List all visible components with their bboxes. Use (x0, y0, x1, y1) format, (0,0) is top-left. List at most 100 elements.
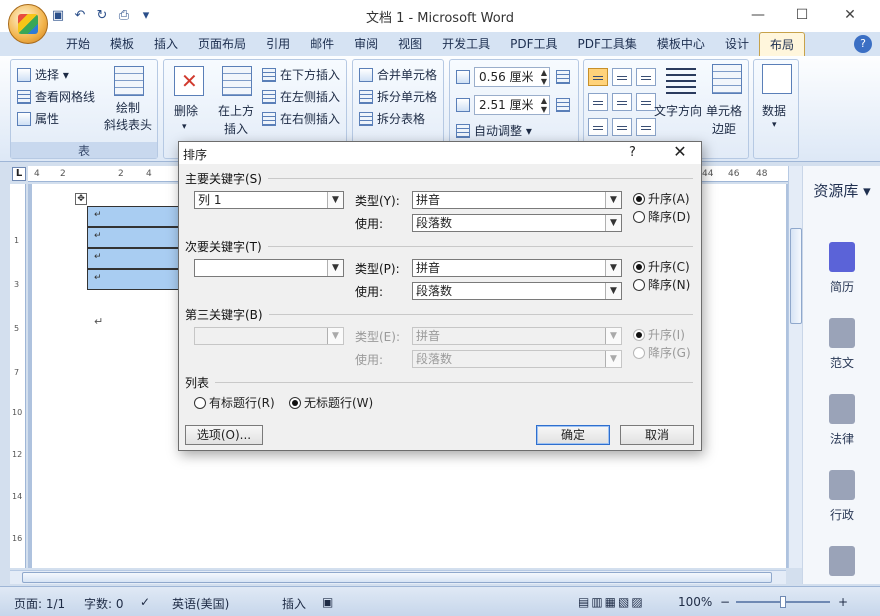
has-header-row-radio[interactable]: 有标题行(R) (194, 394, 275, 411)
data-button[interactable]: 数据 (762, 102, 786, 119)
insert-below-button[interactable]: 在下方插入 (262, 66, 340, 83)
cell-margins-button[interactable]: 单元格 (706, 102, 742, 119)
spin-arrows-icon[interactable]: ▲ ▼ (541, 96, 547, 114)
insert-mode[interactable]: 插入 (282, 595, 306, 612)
text-direction-button[interactable]: 文字方向 (654, 102, 702, 119)
distribute-rows-icon[interactable] (556, 70, 570, 84)
horizontal-scroll-thumb[interactable] (22, 572, 772, 583)
cancel-button[interactable]: 取消 (620, 425, 694, 445)
secondary-key-select[interactable]: ▼ (194, 259, 344, 277)
secondary-ascending-radio[interactable]: 升序(C) (633, 258, 690, 275)
maximize-button[interactable]: ☐ (788, 4, 816, 26)
primary-type-select[interactable]: 拼音 ▼ (412, 191, 622, 209)
secondary-descending-radio[interactable]: 降序(N) (633, 276, 690, 293)
tab-template-center[interactable]: 模板中心 (647, 32, 715, 56)
ok-button[interactable]: 确定 (536, 425, 610, 445)
resource-library-title[interactable]: 资源库 ▾ (803, 180, 880, 201)
office-button[interactable] (8, 4, 48, 44)
sidebar-item-admin[interactable]: 行政 (803, 470, 880, 523)
tab-home[interactable]: 开始 (56, 32, 100, 56)
properties-button[interactable]: 属性 (17, 110, 59, 127)
options-button[interactable]: 选项(O)... (185, 425, 263, 445)
no-header-row-radio[interactable]: 无标题行(W) (289, 394, 373, 411)
align-top-center-button[interactable] (612, 68, 632, 86)
autofit-button[interactable]: 自动调整 ▾ (456, 122, 532, 139)
page-count[interactable]: 页面: 1/1 (14, 595, 65, 612)
tab-insert[interactable]: 插入 (144, 32, 188, 56)
help-icon[interactable]: ? (854, 35, 872, 53)
tab-design[interactable]: 设计 (715, 32, 759, 56)
table-move-handle-icon[interactable]: ✥ (75, 193, 87, 205)
zoom-level[interactable]: 100% (678, 595, 712, 609)
chevron-down-icon[interactable]: ▼ (605, 192, 621, 208)
dialog-help-icon[interactable]: ? (629, 145, 636, 160)
horizontal-scrollbar[interactable] (10, 570, 786, 584)
word-count[interactable]: 字数: 0 (84, 595, 124, 612)
align-top-left-button[interactable] (588, 68, 608, 86)
tab-layout[interactable]: 布局 (758, 32, 805, 56)
align-bottom-left-button[interactable] (588, 118, 608, 136)
primary-key-select[interactable]: 列 1 ▼ (194, 191, 344, 209)
data-dropdown-icon[interactable]: ▾ (772, 120, 777, 130)
spin-arrows-icon[interactable]: ▲ ▼ (541, 68, 547, 86)
align-center-left-button[interactable] (588, 93, 608, 111)
align-bottom-right-button[interactable] (636, 118, 656, 136)
dialog-close-icon[interactable]: ✕ (669, 142, 691, 161)
chevron-down-icon[interactable]: ▼ (327, 260, 343, 276)
vertical-scrollbar[interactable] (788, 166, 802, 568)
sidebar-item-sample[interactable]: 范文 (803, 318, 880, 371)
draw-diagonal-header-button[interactable]: 绘制 斜线表头 (104, 100, 152, 134)
zoom-in-icon[interactable]: + (838, 595, 848, 609)
delete-button[interactable]: 删除 (174, 102, 198, 119)
tab-pdf-toolset[interactable]: PDF工具集 (568, 32, 647, 56)
zoom-slider-thumb[interactable] (780, 596, 786, 608)
align-bottom-center-button[interactable] (612, 118, 632, 136)
tab-review[interactable]: 审阅 (344, 32, 388, 56)
delete-dropdown-icon[interactable]: ▾ (182, 122, 187, 132)
proofing-icon[interactable]: ✓ (140, 595, 150, 609)
primary-ascending-radio[interactable]: 升序(A) (633, 190, 690, 207)
zoom-out-icon[interactable]: − (720, 595, 730, 609)
tab-view[interactable]: 视图 (388, 32, 432, 56)
tab-page-layout[interactable]: 页面布局 (188, 32, 256, 56)
split-table-button[interactable]: 拆分表格 (359, 110, 425, 127)
primary-descending-radio[interactable]: 降序(D) (633, 208, 691, 225)
distribute-columns-icon[interactable] (556, 98, 570, 112)
merge-cells-button[interactable]: 合并单元格 (359, 66, 437, 83)
macro-icon[interactable]: ▣ (322, 595, 333, 609)
chevron-down-icon[interactable]: ▼ (605, 260, 621, 276)
sidebar-item-resume[interactable]: 简历 (803, 242, 880, 295)
tab-developer[interactable]: 开发工具 (432, 32, 500, 56)
vertical-scroll-thumb[interactable] (790, 228, 802, 324)
align-top-right-button[interactable] (636, 68, 656, 86)
sidebar-item-agreement[interactable]: 协议 (803, 546, 880, 584)
view-buttons[interactable]: ▤▥▦▧▨ (578, 595, 645, 609)
chevron-down-icon[interactable]: ▼ (605, 283, 621, 299)
tab-selector[interactable]: L (12, 167, 26, 181)
insert-left-button[interactable]: 在左侧插入 (262, 88, 340, 105)
chevron-down-icon[interactable]: ▼ (605, 215, 621, 231)
align-center-right-button[interactable] (636, 93, 656, 111)
chevron-down-icon[interactable]: ▼ (327, 192, 343, 208)
insert-above-button[interactable]: 在上方 (218, 102, 254, 119)
secondary-type-select[interactable]: 拼音 ▼ (412, 259, 622, 277)
sidebar-item-legal[interactable]: 法律 (803, 394, 880, 447)
radio-dot (633, 260, 645, 273)
align-center-button[interactable] (612, 93, 632, 111)
vertical-ruler[interactable]: 1 3 5 7 10 12 14 16 (10, 184, 26, 568)
column-width-input[interactable]: 2.51 厘米 ▲ ▼ (474, 95, 550, 115)
secondary-use-select[interactable]: 段落数 ▼ (412, 282, 622, 300)
minimize-button[interactable]: — (744, 4, 772, 26)
tab-pdf-tools[interactable]: PDF工具 (500, 32, 567, 56)
row-height-input[interactable]: 0.56 厘米 ▲ ▼ (474, 67, 550, 87)
close-button[interactable]: ✕ (836, 4, 864, 26)
tab-references[interactable]: 引用 (256, 32, 300, 56)
insert-right-button[interactable]: 在右侧插入 (262, 110, 340, 127)
language[interactable]: 英语(美国) (172, 595, 229, 612)
view-gridlines-button[interactable]: 查看网格线 (17, 88, 95, 105)
tab-mailings[interactable]: 邮件 (300, 32, 344, 56)
primary-use-select[interactable]: 段落数 ▼ (412, 214, 622, 232)
select-button[interactable]: 选择 ▾ (17, 66, 69, 83)
tab-template[interactable]: 模板 (100, 32, 144, 56)
split-cells-button[interactable]: 拆分单元格 (359, 88, 437, 105)
